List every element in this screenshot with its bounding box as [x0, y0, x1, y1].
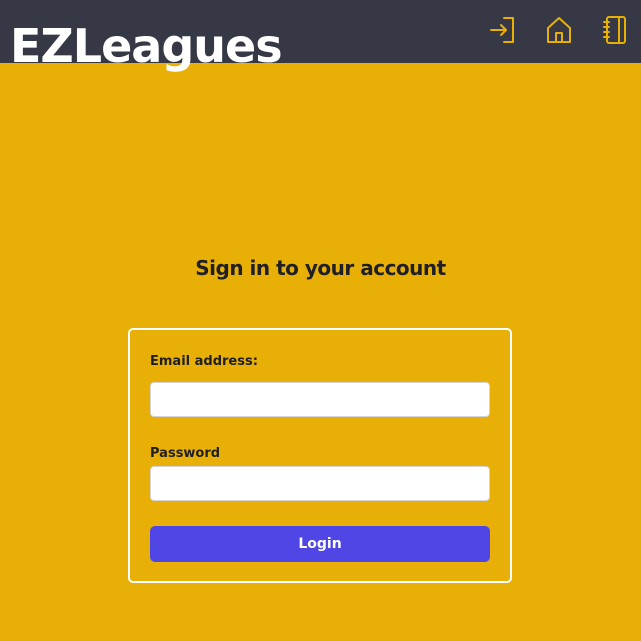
password-field[interactable] — [150, 466, 490, 501]
login-form: Email address: Password Login — [128, 328, 512, 583]
email-label: Email address: — [150, 354, 258, 369]
brand-logo[interactable]: EZLeagues — [10, 16, 283, 76]
page-title: Sign in to your account — [195, 256, 446, 280]
password-label: Password — [150, 446, 221, 461]
login-button[interactable]: Login — [150, 526, 490, 562]
nav-notebook-button[interactable] — [593, 8, 637, 52]
email-field[interactable] — [150, 382, 490, 417]
home-icon — [547, 17, 571, 43]
nav-home-button[interactable] — [537, 8, 581, 52]
login-icon — [490, 17, 514, 43]
top-navbar: EZLeagues — [0, 0, 641, 73]
notebook-icon — [603, 16, 626, 44]
nav-login-button[interactable] — [481, 8, 525, 52]
